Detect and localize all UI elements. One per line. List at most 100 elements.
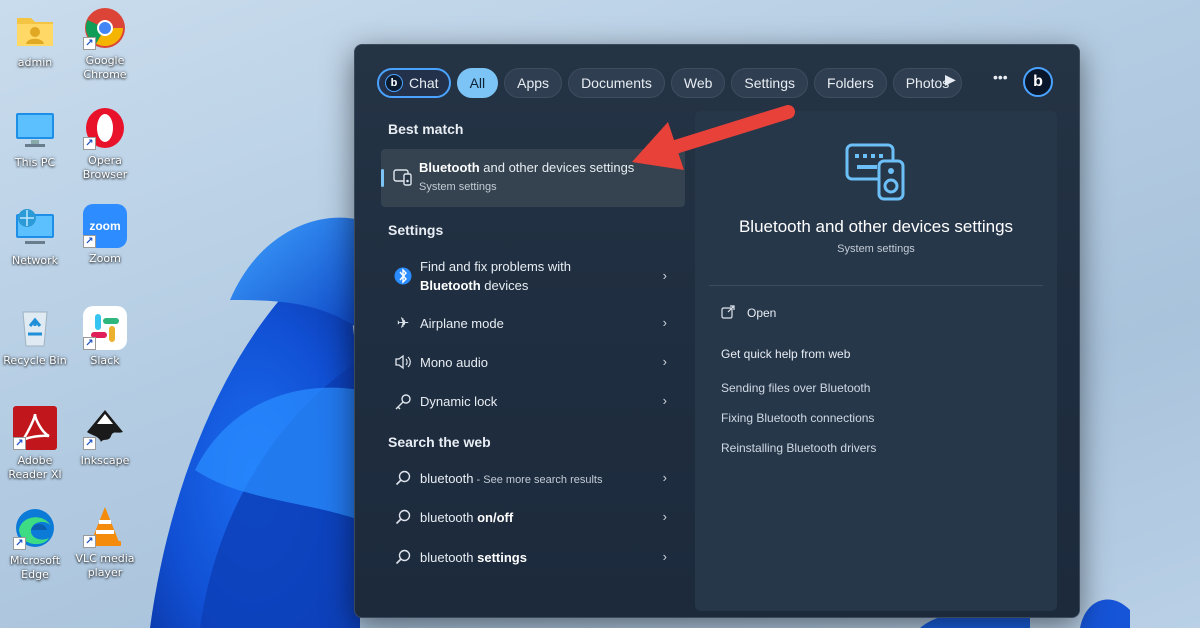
- desktop-icon-label: Inkscape: [80, 454, 130, 467]
- settings-item-mono-audio[interactable]: Mono audio ›: [381, 350, 685, 376]
- line2-bold-part: Bluetooth: [420, 278, 481, 293]
- recycle-bin-icon: [13, 306, 57, 350]
- search-panel: b Chat All Apps Documents Web Settings F…: [354, 44, 1080, 618]
- tab-label: Chat: [409, 75, 439, 91]
- settings-item-label: Dynamic lock: [420, 394, 498, 409]
- tab-settings[interactable]: Settings: [731, 68, 809, 98]
- monitor-icon: [13, 108, 57, 152]
- shortcut-arrow-icon: ↗: [83, 437, 96, 450]
- web-result-bluetooth-settings[interactable]: bluetooth settings ›: [381, 545, 685, 571]
- slack-icon: ↗: [83, 306, 127, 350]
- help-link[interactable]: Sending files over Bluetooth: [721, 381, 870, 395]
- line2-rest-part: devices: [480, 278, 529, 293]
- search-icon: [393, 509, 413, 529]
- inkscape-icon: ↗: [83, 406, 127, 450]
- query-plain-part: bluetooth: [420, 471, 474, 486]
- more-options-icon[interactable]: •••: [993, 69, 1008, 85]
- settings-item-label: Airplane mode: [420, 316, 504, 331]
- desktop-icon-zoom[interactable]: zoom ↗ Zoom: [70, 204, 140, 266]
- bluetooth-icon: [393, 266, 413, 290]
- desktop-icon-label: Slack: [90, 354, 120, 367]
- best-match-subtitle: System settings: [419, 181, 497, 193]
- search-icon: [393, 549, 413, 569]
- desktop-icon-inkscape[interactable]: ↗ Inkscape: [70, 406, 140, 468]
- help-link[interactable]: Fixing Bluetooth connections: [721, 411, 874, 425]
- preview-divider: [709, 285, 1043, 286]
- chevron-right-icon: ›: [662, 549, 667, 564]
- query-hint-part: - See more search results: [473, 474, 603, 486]
- selection-accent: [381, 169, 384, 187]
- chevron-right-icon: ›: [662, 354, 667, 369]
- network-icon: [13, 206, 57, 250]
- open-label: Open: [747, 306, 777, 320]
- desktop-icon-slack[interactable]: ↗ Slack: [70, 306, 140, 368]
- bing-icon[interactable]: b: [1023, 67, 1053, 97]
- title-rest-part: and other devices settings: [479, 160, 635, 175]
- adobe-reader-icon: ↗: [13, 406, 57, 450]
- shortcut-arrow-icon: ↗: [83, 337, 96, 350]
- desktop-icon-edge[interactable]: ↗ Microsoft Edge: [0, 506, 70, 582]
- devices-settings-icon: [393, 167, 413, 191]
- search-web-heading: Search the web: [388, 434, 491, 450]
- desktop-icon-label: Zoom: [89, 252, 121, 265]
- opera-icon: ↗: [83, 106, 127, 150]
- settings-item-airplane-mode[interactable]: ✈ Airplane mode ›: [381, 311, 685, 337]
- desktop-icon-chrome[interactable]: ↗ Google Chrome: [70, 6, 140, 82]
- web-result-text: bluetooth settings: [420, 550, 527, 565]
- shortcut-arrow-icon: ↗: [13, 437, 26, 450]
- tab-chat[interactable]: b Chat: [377, 68, 451, 98]
- desktop-icon-this-pc[interactable]: This PC: [0, 108, 70, 170]
- settings-item-line2: Bluetooth devices: [420, 278, 528, 293]
- desktop-icon-recycle-bin[interactable]: Recycle Bin: [0, 306, 70, 368]
- desktop-icon-label: admin: [17, 56, 53, 69]
- preview-subtitle: System settings: [837, 243, 915, 255]
- tab-label: Documents: [581, 75, 652, 91]
- bing-chat-icon: b: [385, 74, 403, 92]
- chevron-right-icon: ›: [662, 393, 667, 408]
- key-icon: [393, 393, 413, 415]
- web-result-bluetooth[interactable]: bluetooth - See more search results ›: [381, 466, 685, 492]
- best-match-result[interactable]: Bluetooth and other devices settings Sys…: [381, 149, 685, 207]
- desktop-icon-label: Opera Browser: [82, 154, 128, 181]
- desktop-icon-label: This PC: [14, 156, 56, 169]
- vlc-icon: ↗: [83, 504, 127, 548]
- tab-folders[interactable]: Folders: [814, 68, 887, 98]
- preview-title: Bluetooth and other devices settings: [738, 217, 1014, 236]
- desktop-icon-label: VLC media player: [75, 552, 135, 579]
- shortcut-arrow-icon: ↗: [83, 37, 96, 50]
- settings-item-bluetooth-troubleshoot[interactable]: Find and fix problems with Bluetooth dev…: [381, 253, 685, 299]
- desktop-icon-label: Google Chrome: [83, 54, 127, 81]
- desktop-icon-label: Microsoft Edge: [9, 554, 61, 581]
- shortcut-arrow-icon: ↗: [83, 137, 96, 150]
- desktop-icon-vlc[interactable]: ↗ VLC media player: [70, 504, 140, 580]
- tab-apps[interactable]: Apps: [504, 68, 563, 98]
- search-icon: [393, 470, 413, 490]
- tab-documents[interactable]: Documents: [568, 68, 665, 98]
- web-result-text: bluetooth - See more search results: [420, 471, 603, 486]
- settings-item-dynamic-lock[interactable]: Dynamic lock ›: [381, 389, 685, 415]
- tab-label: Folders: [827, 75, 874, 91]
- desktop-icon-adobe-reader[interactable]: ↗ Adobe Reader XI: [0, 406, 70, 482]
- tab-web[interactable]: Web: [670, 68, 726, 98]
- query-plain-part: bluetooth: [420, 510, 478, 525]
- query-bold-part: settings: [477, 550, 527, 565]
- play-more-tabs-icon[interactable]: ▶: [945, 71, 956, 88]
- web-result-bluetooth-on-off[interactable]: bluetooth on/off ›: [381, 505, 685, 531]
- zoom-icon: zoom ↗: [83, 204, 127, 248]
- result-preview-pane: Bluetooth and other devices settings Sys…: [695, 111, 1057, 611]
- chevron-right-icon: ›: [662, 268, 667, 283]
- desktop-icon-network[interactable]: Network: [0, 206, 70, 268]
- desktop-icon-opera[interactable]: ↗ Opera Browser: [70, 106, 140, 182]
- search-filter-tabs: b Chat All Apps Documents Web Settings F…: [377, 67, 963, 99]
- tab-all[interactable]: All: [456, 68, 499, 98]
- airplane-icon: ✈: [396, 315, 410, 332]
- help-link[interactable]: Reinstalling Bluetooth drivers: [721, 441, 876, 455]
- desktop-icon-label: Adobe Reader XI: [8, 454, 62, 481]
- chevron-right-icon: ›: [662, 509, 667, 524]
- quick-help-heading: Get quick help from web: [721, 347, 851, 361]
- settings-item-label: Mono audio: [420, 355, 488, 370]
- best-match-heading: Best match: [388, 121, 464, 137]
- query-plain-part: bluetooth: [420, 550, 478, 565]
- desktop-icon-admin[interactable]: admin: [0, 8, 70, 70]
- chrome-icon: ↗: [83, 6, 127, 50]
